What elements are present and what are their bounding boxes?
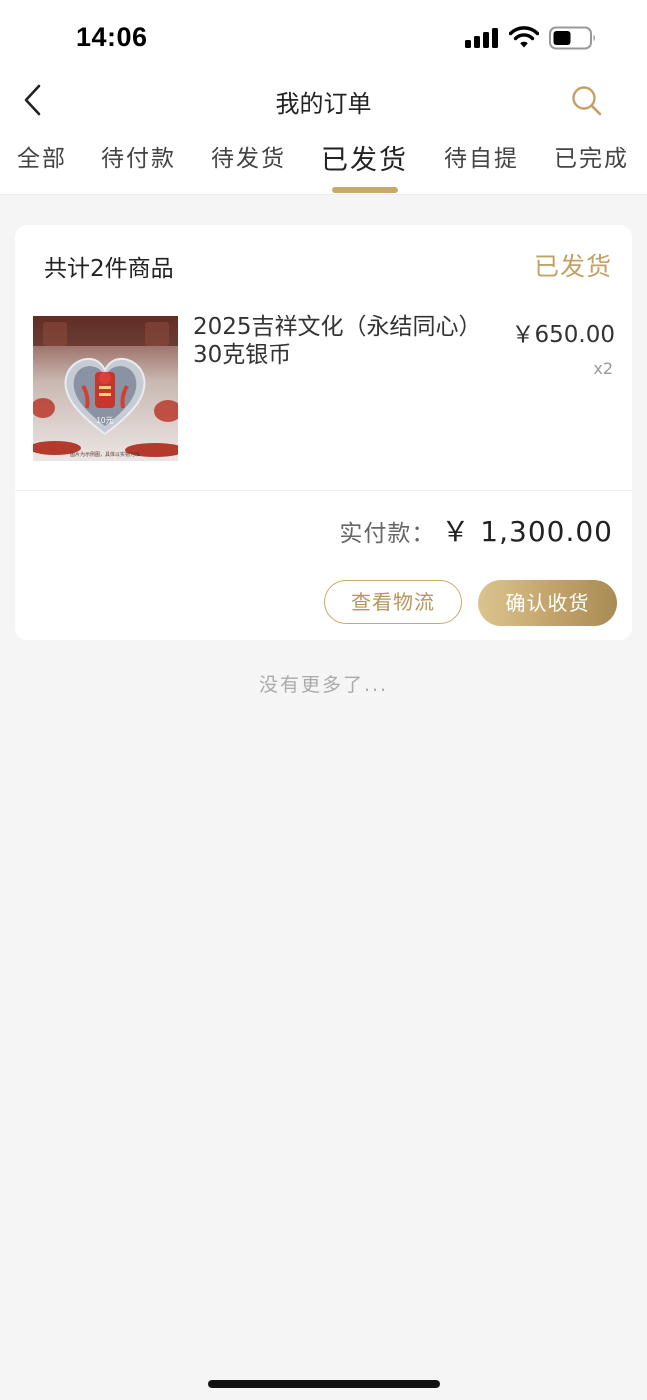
tab-pending-pickup[interactable]: 待自提	[444, 139, 519, 173]
status-time: 14:06	[76, 22, 148, 52]
order-item-count: 共计2件商品	[44, 256, 174, 282]
view-logistics-button[interactable]: 查看物流	[324, 580, 462, 624]
header-area: 14:06 我的订单 全部 待付款 待发货 已发货 待自提 已完成	[0, 0, 647, 195]
product-price: ￥650.00	[511, 322, 615, 348]
paid-amount-row: 实付款： ￥ 1,300.00	[339, 510, 613, 550]
product-image-caption: 图片为示例图，具体以实物为准	[70, 451, 140, 458]
tab-pending-shipment[interactable]: 待发货	[211, 139, 286, 173]
product-quantity: x2	[593, 359, 613, 378]
svg-text:10元: 10元	[97, 416, 114, 425]
no-more-text: 没有更多了...	[258, 674, 389, 696]
active-tab-indicator	[332, 187, 398, 193]
paid-label: 实付款：	[339, 521, 436, 547]
home-indicator[interactable]	[208, 1380, 440, 1388]
tab-shipped[interactable]: 已发货	[321, 138, 408, 177]
card-divider	[15, 490, 632, 491]
page-title: 我的订单	[275, 90, 372, 118]
order-status-badge: 已发货	[533, 252, 612, 281]
product-image[interactable]: 10元 图片为示例图，具体以实物为准	[33, 316, 178, 461]
search-icon[interactable]	[570, 84, 604, 118]
signal-icon	[465, 27, 499, 48]
wifi-icon	[509, 26, 539, 48]
order-card[interactable]: 共计2件商品 已发货 10元 图片为示例图，具体以实物为准 2025吉祥文化（永…	[15, 225, 632, 640]
product-name[interactable]: 2025吉祥文化（永结同心）30克银币	[193, 313, 493, 369]
battery-icon	[549, 26, 595, 50]
tab-all[interactable]: 全部	[17, 139, 67, 173]
confirm-receipt-button[interactable]: 确认收货	[478, 580, 617, 626]
paid-value: ￥ 1,300.00	[441, 515, 613, 548]
tab-completed[interactable]: 已完成	[554, 139, 629, 173]
tab-pending-payment[interactable]: 待付款	[101, 139, 176, 173]
